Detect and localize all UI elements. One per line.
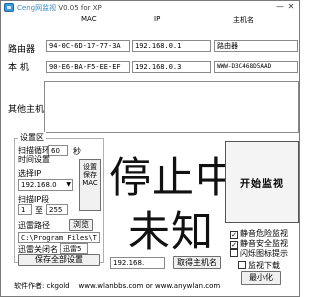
local-label: 本 机 (8, 63, 29, 73)
column-header-ip: IP (154, 15, 161, 23)
window-title: Ceng网监视 V0.05 for XP (17, 3, 102, 13)
option-monitor-download[interactable]: 监视下载 (238, 260, 280, 271)
save-all-settings-button[interactable]: 保存全部设置 (18, 254, 100, 266)
chevron-down-icon: ▼ (66, 181, 71, 188)
local-ip-field[interactable]: 192.168.0.3 (132, 61, 211, 73)
minimize-window-button[interactable]: — (275, 2, 285, 12)
site-link-1[interactable]: www.wlanbbs.com (79, 282, 144, 290)
get-hostname-button[interactable]: 取得主机名 (173, 256, 221, 269)
scan-interval-unit: 秒 (73, 147, 81, 156)
other-hosts-label: 其他主机 (8, 105, 45, 115)
option-mute-danger-label: 静音危险监视 (240, 229, 288, 238)
minimize-button[interactable]: 最小化 (241, 271, 281, 285)
author-name: ckgold (46, 282, 70, 290)
other-hosts-list[interactable] (44, 81, 299, 133)
thunder-path-input[interactable]: C:\Program Files\T (18, 232, 100, 243)
range-start-input[interactable]: 1 (18, 204, 32, 215)
option-mute-safe-label: 静音安全监视 (240, 239, 288, 248)
interval-setting-label: 时间设置 (18, 155, 50, 164)
app-window: Ceng网监视 V0.05 for XP — ✕ MAC IP 主机名 路由器 … (0, 0, 300, 297)
title-app-name: Ceng网监视 (17, 4, 57, 12)
option-flash-icon-label: 闪烁图标提示 (240, 249, 288, 258)
router-mac-field[interactable]: 94-0C-6D-17-77-3A (46, 40, 130, 52)
title-version: V0.05 for XP (58, 4, 102, 12)
monitor-status-text: 停止中 (109, 153, 239, 202)
scan-interval-input[interactable]: 60 (48, 145, 68, 156)
option-flash-icon[interactable]: 闪烁图标提示 (230, 248, 288, 259)
site-link-2[interactable]: www.anywlan.com (155, 282, 220, 290)
start-monitor-button[interactable]: 开始监视 (225, 141, 299, 223)
router-label: 路由器 (8, 45, 36, 55)
footer-or: or (145, 282, 153, 290)
title-bar[interactable]: Ceng网监视 V0.05 for XP — ✕ (1, 1, 299, 15)
select-ip-dropdown[interactable]: 192.168.0 ▼ (18, 179, 73, 191)
router-ip-field[interactable]: 192.168.0.1 (132, 40, 211, 52)
detection-status-text: 未知 (128, 207, 215, 256)
range-end-input[interactable]: 255 (46, 204, 68, 215)
close-window-button[interactable]: ✕ (286, 2, 296, 12)
local-host-field[interactable]: WWW-D3C468D5AAD (214, 61, 298, 73)
range-to-label: 至 (35, 206, 43, 215)
checkbox-monitor-download[interactable] (238, 261, 246, 269)
option-monitor-download-label: 监视下载 (248, 261, 280, 270)
save-mac-button[interactable]: 设置保存MAC (79, 159, 101, 211)
select-ip-label: 选择IP (18, 169, 42, 178)
author-label: 软件作者: (14, 282, 45, 290)
footer-credits: 软件作者: ckgold www.wlanbbs.com or www.anyw… (14, 281, 220, 291)
router-host-field[interactable]: 路由器 (214, 40, 298, 52)
checkbox-flash-icon[interactable] (230, 249, 238, 257)
local-mac-field[interactable]: 90-E6-BA-F5-EE-EF (46, 61, 130, 73)
app-icon (4, 3, 14, 12)
thunder-close-input[interactable]: 迅雷5 (60, 243, 88, 254)
browse-button[interactable]: 浏览 (69, 219, 93, 231)
select-ip-value: 192.168.0 (21, 181, 57, 189)
start-monitor-label: 开始监视 (240, 179, 284, 190)
column-header-mac: MAC (81, 15, 97, 23)
ip-input[interactable]: 192.168. (110, 257, 165, 269)
thunder-path-label: 迅雷路径 (18, 221, 50, 230)
column-header-host: 主机名 (233, 16, 254, 24)
settings-group-title: 设置区 (18, 132, 46, 143)
